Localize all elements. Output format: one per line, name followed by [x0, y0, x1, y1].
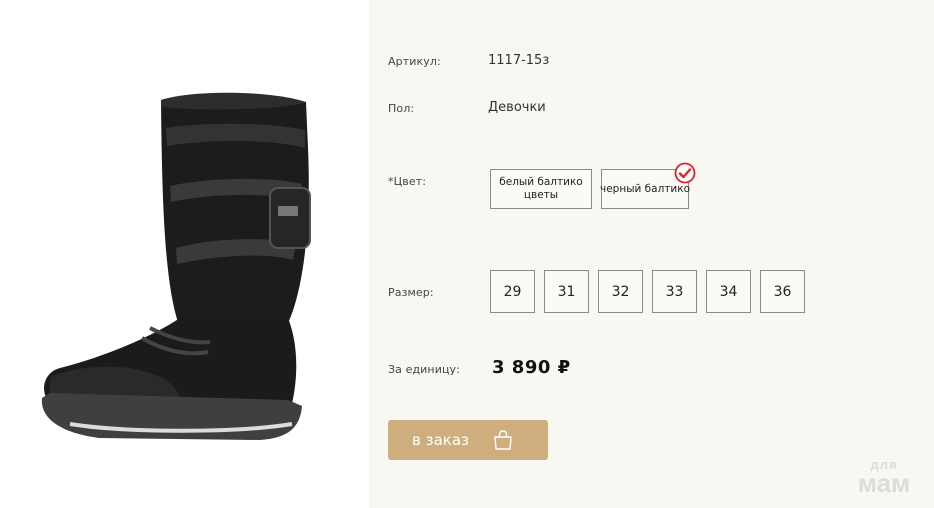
size-value: 31	[557, 283, 576, 300]
size-option[interactable]: 33	[652, 270, 697, 313]
order-button[interactable]: в заказ	[388, 420, 548, 460]
product-image-panel	[0, 0, 369, 508]
shopping-bag-icon	[494, 430, 512, 450]
size-label: Размер:	[388, 286, 434, 299]
size-value: 36	[773, 283, 792, 300]
order-button-label: в заказ	[412, 431, 470, 449]
gender-value: Девочки	[488, 100, 546, 115]
size-option[interactable]: 31	[544, 270, 589, 313]
check-circle-icon	[674, 162, 696, 184]
size-option[interactable]: 36	[760, 270, 805, 313]
size-option[interactable]: 29	[490, 270, 535, 313]
size-value: 34	[719, 283, 738, 300]
gender-label: Пол:	[388, 102, 415, 115]
price-value: 3 890 ₽	[492, 357, 571, 378]
color-option-label: черный балтико	[600, 182, 690, 195]
product-page: Артикул: 1117-15з Пол: Девочки *Цвет: бе…	[0, 0, 934, 508]
color-option-label: белый балтико цветы	[499, 176, 583, 201]
size-option[interactable]: 32	[598, 270, 643, 313]
color-label: *Цвет:	[388, 175, 427, 188]
sku-value: 1117-15з	[488, 53, 550, 68]
color-option-white[interactable]: белый балтико цветы	[490, 169, 592, 209]
watermark-line2: мам	[857, 468, 911, 498]
price-label: За единицу:	[388, 363, 460, 376]
sku-label: Артикул:	[388, 55, 441, 68]
size-value: 29	[503, 283, 522, 300]
site-watermark: для мам	[846, 458, 922, 498]
size-value: 33	[665, 283, 684, 300]
size-option[interactable]: 34	[706, 270, 751, 313]
product-image	[41, 92, 311, 440]
size-value: 32	[611, 283, 630, 300]
